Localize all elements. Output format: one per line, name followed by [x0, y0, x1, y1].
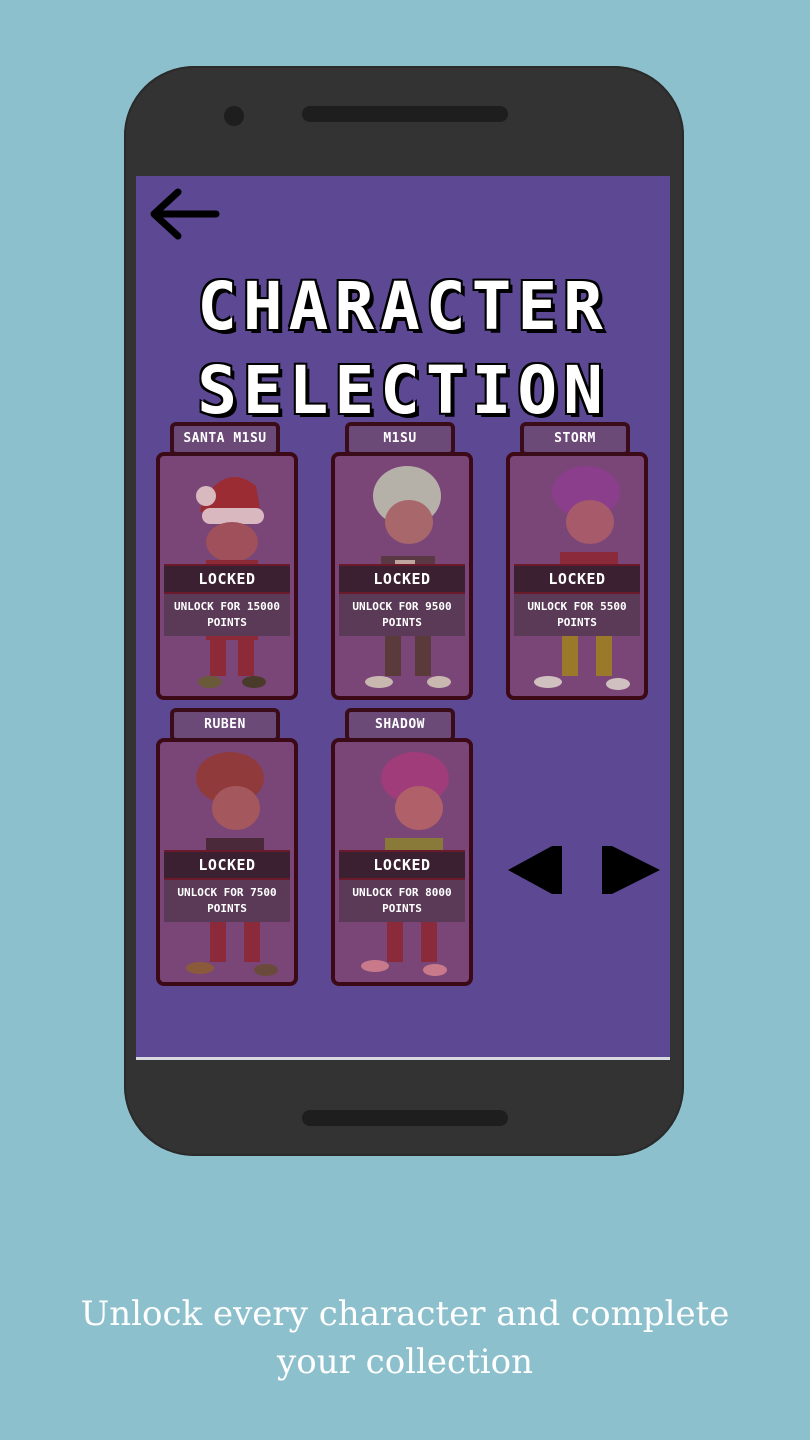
- character-card-shadow[interactable]: SHADOW LOCKED UNLOCK FOR 8000 POINTS: [331, 708, 473, 986]
- character-name: M1SU: [345, 422, 455, 456]
- character-card-ruben[interactable]: RUBEN LOCKED UNLOCK FOR 7500 POINTS: [156, 708, 298, 986]
- game-screen: CHARACTER SELECTION SANTA M1SU LOCKED UN…: [136, 176, 670, 1060]
- unlock-line-unit: POINTS: [382, 616, 422, 629]
- previous-page-button[interactable]: [506, 844, 568, 900]
- unlock-line: UNLOCK FOR 8000: [352, 886, 452, 899]
- character-name: STORM: [520, 422, 630, 456]
- character-card-santa-misu[interactable]: SANTA M1SU LOCKED UNLOCK FOR 15000 POINT…: [156, 422, 298, 700]
- locked-label: LOCKED: [339, 564, 465, 594]
- phone-frame: CHARACTER SELECTION SANTA M1SU LOCKED UN…: [124, 66, 684, 1156]
- triangle-left-icon: [508, 846, 562, 894]
- character-name: RUBEN: [170, 708, 280, 742]
- back-button[interactable]: [148, 184, 220, 244]
- unlock-cost: UNLOCK FOR 8000 POINTS: [339, 880, 465, 922]
- arrow-left-icon: [150, 188, 220, 240]
- character-frame: LOCKED UNLOCK FOR 7500 POINTS: [156, 738, 298, 986]
- unlock-cost: UNLOCK FOR 7500 POINTS: [164, 880, 290, 922]
- triangle-right-icon: [602, 846, 660, 894]
- title-line-1: CHARACTER: [197, 268, 609, 345]
- unlock-line-unit: POINTS: [557, 616, 597, 629]
- character-frame: LOCKED UNLOCK FOR 5500 POINTS: [506, 452, 648, 700]
- unlock-line: UNLOCK FOR 5500: [527, 600, 627, 613]
- unlock-cost: UNLOCK FOR 5500 POINTS: [514, 594, 640, 636]
- unlock-line: UNLOCK FOR 9500: [352, 600, 452, 613]
- character-frame: LOCKED UNLOCK FOR 8000 POINTS: [331, 738, 473, 986]
- unlock-cost: UNLOCK FOR 9500 POINTS: [339, 594, 465, 636]
- next-page-button[interactable]: [600, 844, 662, 900]
- title-line-2: SELECTION: [197, 352, 609, 429]
- character-card-misu[interactable]: M1SU LOCKED UNLOCK FOR 9500 POINTS: [331, 422, 473, 700]
- character-frame: LOCKED UNLOCK FOR 9500 POINTS: [331, 452, 473, 700]
- home-bar: [302, 1110, 508, 1126]
- character-name: SANTA M1SU: [170, 422, 280, 456]
- unlock-line-unit: POINTS: [207, 902, 247, 915]
- unlock-line-unit: POINTS: [207, 616, 247, 629]
- camera-dot: [224, 106, 244, 126]
- unlock-line: UNLOCK FOR 15000: [174, 600, 280, 613]
- character-name: SHADOW: [345, 708, 455, 742]
- caption-line-2: your collection: [277, 1342, 533, 1382]
- unlock-cost: UNLOCK FOR 15000 POINTS: [164, 594, 290, 636]
- unlock-line-unit: POINTS: [382, 902, 422, 915]
- locked-label: LOCKED: [164, 850, 290, 880]
- promo-caption: Unlock every character and complete your…: [60, 1290, 750, 1386]
- character-frame: LOCKED UNLOCK FOR 15000 POINTS: [156, 452, 298, 700]
- screen-divider: [136, 1057, 670, 1060]
- unlock-line: UNLOCK FOR 7500: [177, 886, 277, 899]
- speaker-slot: [302, 106, 508, 122]
- locked-label: LOCKED: [339, 850, 465, 880]
- caption-line-1: Unlock every character and complete: [80, 1294, 730, 1334]
- locked-label: LOCKED: [514, 564, 640, 594]
- character-card-storm[interactable]: STORM LOCKED UNLOCK FOR 5500 POINTS: [506, 422, 648, 700]
- locked-label: LOCKED: [164, 564, 290, 594]
